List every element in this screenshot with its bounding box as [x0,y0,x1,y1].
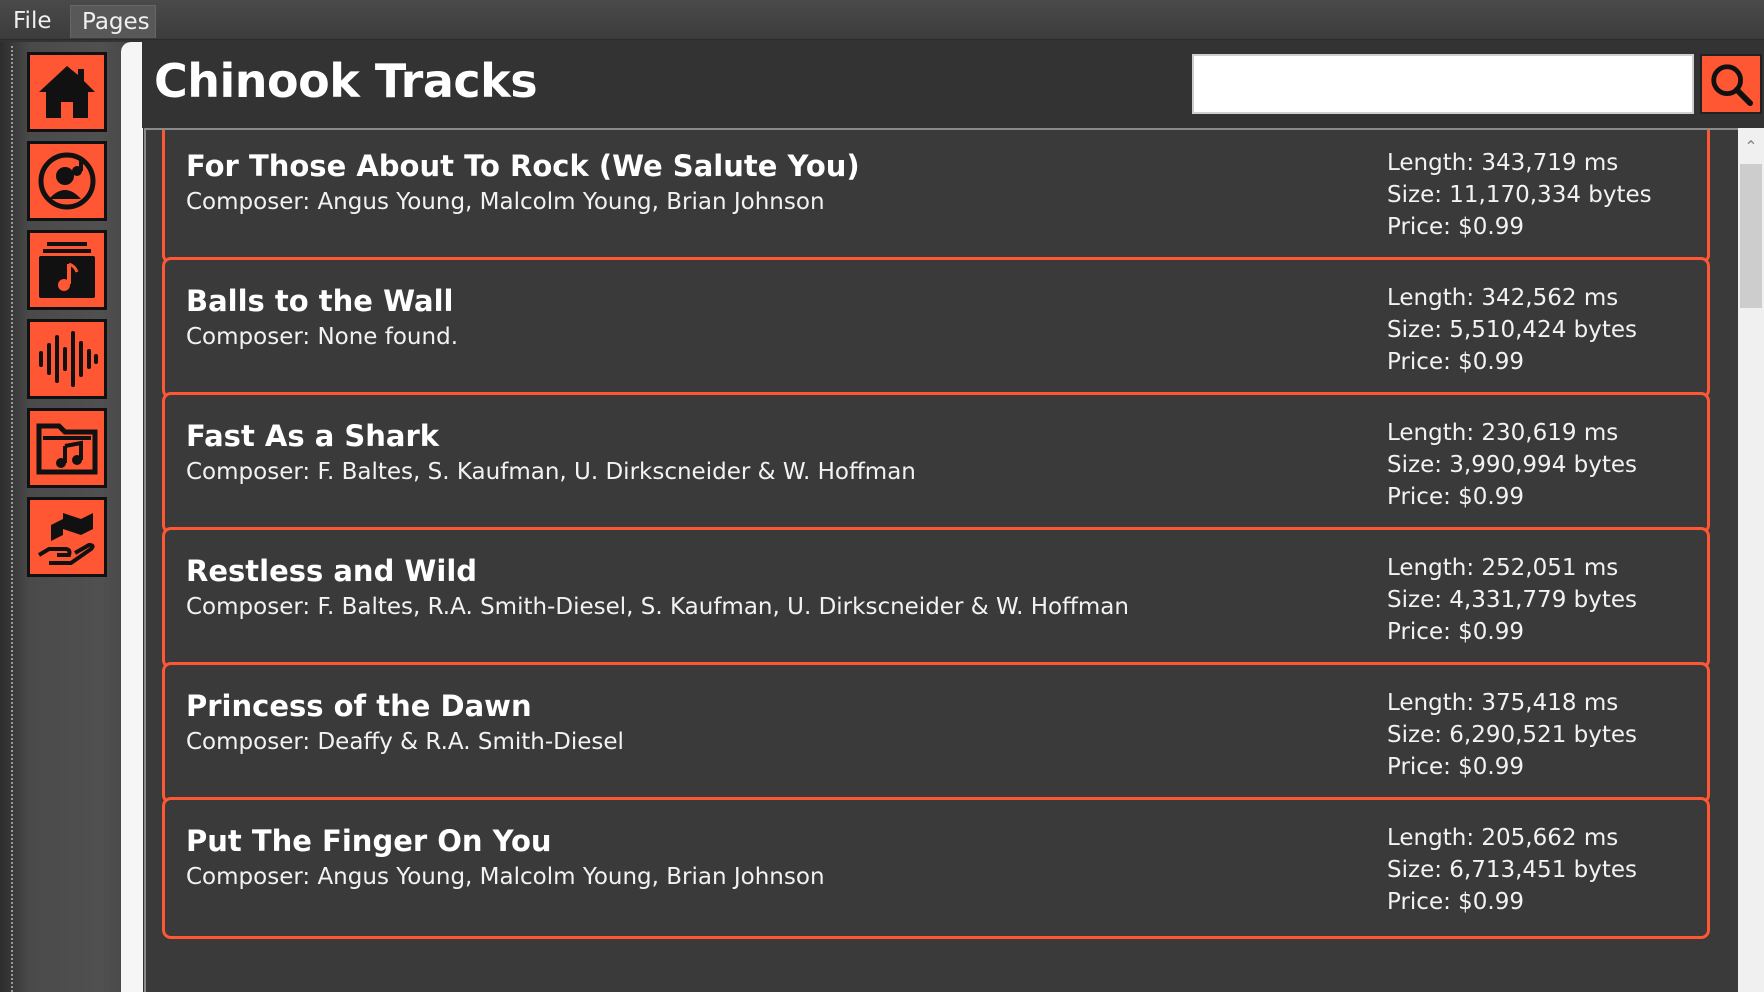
page-title: Chinook Tracks [154,54,538,108]
track-stats: Length: 252,051 ms Size: 4,331,779 bytes P… [1387,552,1637,648]
track-stats: Length: 205,662 ms Size: 6,713,451 bytes P… [1387,822,1637,918]
track-name: Balls to the Wall [186,284,454,318]
track-card[interactable]: Princess of the Dawn Composer: Deaffy & R… [162,662,1710,804]
track-size: Size: 5,510,424 bytes [1387,317,1638,343]
menu-bar: File Pages [0,0,1764,40]
music-folder-icon [36,423,98,475]
delivery-hand-icon [37,513,95,565]
track-list[interactable]: For Those About To Rock (We Salute You) C… [144,128,1738,992]
home-icon [39,66,95,118]
track-card[interactable]: For Those About To Rock (We Salute You) C… [162,130,1710,264]
track-size: Size: 3,990,994 bytes [1387,452,1638,478]
track-card[interactable]: Restless and Wild Composer: F. Baltes, R.… [162,527,1710,669]
nav-albums-button[interactable] [27,230,107,310]
menu-pages[interactable]: Pages [70,5,156,38]
track-length: Length: 343,719 ms [1387,150,1619,176]
scroll-thumb[interactable] [1740,164,1762,308]
track-size: Size: 11,170,334 bytes [1387,182,1652,208]
track-length: Length: 342,562 ms [1387,285,1619,311]
track-card[interactable]: Balls to the Wall Composer: None found. Le… [162,257,1710,399]
search-input[interactable] [1192,54,1694,114]
artist-icon [38,152,96,210]
track-composer: Composer: Angus Young, Malcolm Young, Br… [186,189,825,215]
sidebar-rail [121,42,143,992]
track-price: Price: $0.99 [1387,754,1525,780]
track-stats: Length: 375,418 ms Size: 6,290,521 bytes P… [1387,687,1637,783]
search-icon [1711,64,1754,107]
nav-artists-button[interactable] [27,141,107,221]
track-stats: Length: 230,619 ms Size: 3,990,994 bytes P… [1387,417,1637,513]
sidebar-splitter[interactable] [11,46,13,992]
track-price: Price: $0.99 [1387,889,1525,915]
track-price: Price: $0.99 [1387,619,1525,645]
track-composer: Composer: F. Baltes, R.A. Smith-Diesel, … [186,594,1129,620]
scroll-up-arrow-icon[interactable]: ⌃ [1738,136,1764,158]
track-composer: Composer: Deaffy & R.A. Smith-Diesel [186,729,624,755]
track-composer: Composer: Angus Young, Malcolm Young, Br… [186,864,825,890]
track-name: Princess of the Dawn [186,689,532,723]
track-length: Length: 252,051 ms [1387,555,1619,581]
nav-tracks-button[interactable] [27,319,107,399]
nav-orders-button[interactable] [27,497,107,577]
album-icon [39,242,95,298]
nav-home-button[interactable] [27,52,107,132]
track-name: Restless and Wild [186,554,478,588]
track-length: Length: 375,418 ms [1387,690,1619,716]
menu-file[interactable]: File [2,5,62,38]
track-name: Fast As a Shark [186,419,440,453]
vertical-scrollbar[interactable]: ⌃ [1738,128,1764,992]
track-size: Size: 6,290,521 bytes [1387,722,1638,748]
track-price: Price: $0.99 [1387,214,1525,240]
sidebar [0,42,143,992]
track-size: Size: 4,331,779 bytes [1387,587,1638,613]
track-card[interactable]: Put The Finger On You Composer: Angus You… [162,797,1710,939]
track-name: Put The Finger On You [186,824,552,858]
track-stats: Length: 342,562 ms Size: 5,510,424 bytes P… [1387,282,1637,378]
track-size: Size: 6,713,451 bytes [1387,857,1638,883]
track-name: For Those About To Rock (We Salute You) [186,149,860,183]
track-stats: Length: 343,719 ms Size: 11,170,334 bytes… [1387,147,1652,243]
track-composer: Composer: F. Baltes, S. Kaufman, U. Dirk… [186,459,916,485]
search-button[interactable] [1700,54,1762,114]
track-card[interactable]: Fast As a Shark Composer: F. Baltes, S. K… [162,392,1710,534]
track-price: Price: $0.99 [1387,349,1525,375]
nav-playlists-button[interactable] [27,408,107,488]
track-composer: Composer: None found. [186,324,459,350]
track-length: Length: 230,619 ms [1387,420,1619,446]
header: Chinook Tracks [142,42,1764,128]
track-price: Price: $0.99 [1387,484,1525,510]
track-length: Length: 205,662 ms [1387,825,1619,851]
audio-wave-icon [39,331,98,387]
